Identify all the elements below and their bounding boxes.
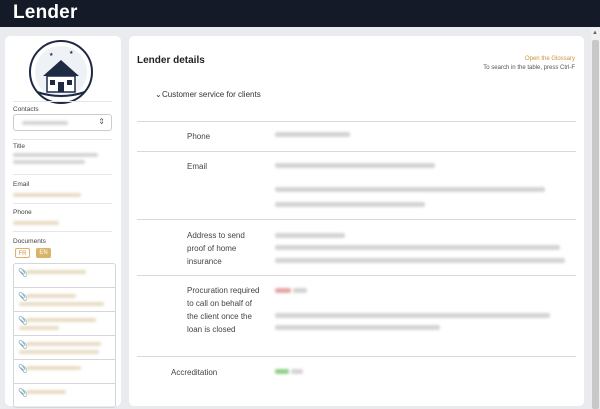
field-label-accreditation: Accreditation — [171, 368, 218, 377]
lang-fr-button[interactable]: FR — [15, 248, 30, 258]
documents-list: 📎 📎 📎 📎 📎 📎 — [13, 263, 116, 408]
contacts-select-value — [22, 121, 68, 125]
field-label-email: Email — [187, 162, 208, 171]
document-item[interactable]: 📎 — [14, 384, 115, 407]
email-field-value — [275, 202, 425, 207]
email-field-value — [275, 163, 435, 168]
row-divider — [137, 121, 576, 122]
procuration-field-value — [275, 313, 550, 318]
field-label-phone: Phone — [187, 132, 211, 141]
scroll-up-icon[interactable]: ▲ — [592, 30, 598, 36]
document-item[interactable]: 📎 — [14, 312, 115, 336]
page-title: Lender details — [137, 55, 205, 66]
phone-field-value — [275, 132, 350, 137]
divider — [13, 231, 112, 232]
field-label-procuration: Procuration required to call on behalf o… — [187, 286, 260, 334]
svg-text:★: ★ — [69, 50, 74, 56]
row-divider — [137, 356, 576, 357]
title-value — [13, 160, 85, 164]
page-scrollbar[interactable]: ▲ — [591, 28, 600, 409]
glossary-link[interactable]: Open the Glossary — [525, 56, 575, 62]
document-item[interactable]: 📎 — [14, 360, 115, 384]
contacts-label: Contacts — [13, 106, 39, 113]
email-value[interactable] — [13, 193, 81, 197]
lang-en-button[interactable]: EN — [36, 248, 51, 258]
title-value — [13, 153, 98, 157]
divider — [13, 139, 112, 140]
procuration-status-badge — [275, 288, 291, 293]
address-field-value — [275, 258, 565, 263]
address-field-value — [275, 245, 560, 250]
field-label-address: Address to send proof of home insurance — [187, 231, 245, 266]
app-title: Lender — [13, 2, 78, 23]
document-item[interactable]: 📎 — [14, 288, 115, 312]
section-title: Customer service for clients — [162, 90, 261, 99]
section-customer-service[interactable]: ⌄ Customer service for clients — [155, 88, 262, 101]
phone-value — [13, 221, 59, 225]
procuration-field-value — [293, 288, 307, 293]
scrollbar-thumb[interactable] — [592, 40, 599, 409]
procuration-field-value — [275, 325, 440, 330]
document-item[interactable]: 📎 — [14, 336, 115, 360]
accreditation-status-badge — [275, 369, 289, 374]
left-panel: ★ ★ Contacts ⇕ Title Email Phone Documen… — [5, 36, 121, 408]
row-divider — [137, 219, 576, 220]
divider — [13, 101, 112, 102]
svg-text:★: ★ — [49, 52, 54, 58]
chevron-updown-icon: ⇕ — [98, 117, 105, 126]
divider — [13, 203, 112, 204]
chevron-down-icon: ⌄ — [155, 90, 162, 99]
row-divider — [137, 275, 576, 276]
lender-details-card: Lender details Open the Glossary To sear… — [129, 36, 584, 406]
address-field-value — [275, 233, 345, 238]
email-label: Email — [13, 181, 30, 188]
accreditation-field-value — [291, 369, 303, 374]
search-hint: To search in the table, press Ctrl-F — [483, 65, 575, 71]
document-item[interactable]: 📎 — [14, 264, 115, 288]
documents-label: Documents — [13, 238, 46, 245]
phone-label: Phone — [13, 209, 32, 216]
divider — [13, 174, 112, 175]
contacts-select[interactable]: ⇕ — [13, 114, 112, 131]
title-label: Title — [13, 143, 26, 150]
top-bar: Lender — [0, 0, 600, 27]
email-field-value — [275, 187, 545, 192]
lender-logo: ★ ★ — [29, 40, 93, 104]
row-divider — [137, 151, 576, 152]
